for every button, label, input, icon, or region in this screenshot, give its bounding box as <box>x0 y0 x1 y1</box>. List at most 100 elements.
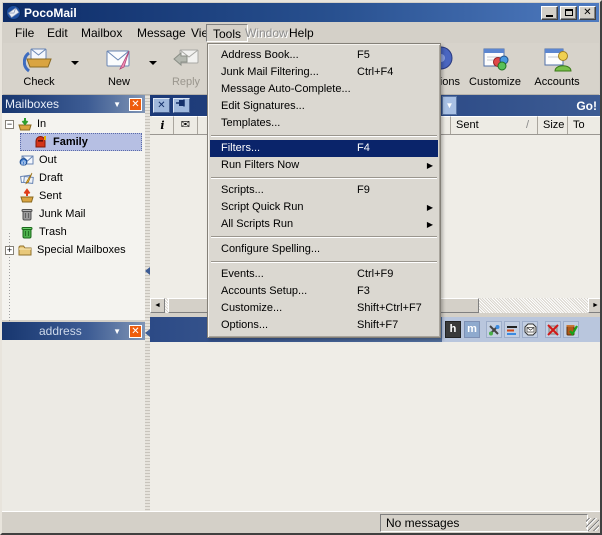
column-attachment[interactable]: ✉ <box>174 116 198 134</box>
title-bar[interactable]: PocoMail ✕ <box>3 3 599 22</box>
menu-help[interactable]: Help <box>283 24 320 42</box>
column-to[interactable]: To <box>568 116 602 134</box>
address-panel-body <box>2 340 145 511</box>
menu-item-options[interactable]: Options...Shift+F7 <box>210 317 438 334</box>
accounts-label: Accounts <box>529 76 585 88</box>
view-dropdown-button[interactable]: ▼ <box>442 96 457 115</box>
pin-pane-button[interactable] <box>173 98 190 113</box>
menu-item-label: Scripts... <box>221 184 264 196</box>
check-mail-button[interactable]: Check <box>11 45 67 93</box>
mime-view-button[interactable]: m <box>464 321 480 338</box>
menu-item-label: Events... <box>221 268 264 280</box>
minimize-button[interactable] <box>541 6 558 20</box>
preview-pane[interactable] <box>150 342 602 511</box>
menu-item-label: Junk Mail Filtering... <box>221 66 319 78</box>
mailboxes-dropdown-icon[interactable]: ▼ <box>113 100 121 109</box>
tree-item-in[interactable]: − In <box>2 115 145 133</box>
sort-indicator-icon: / <box>526 117 529 134</box>
message-source-button[interactable] <box>486 321 502 338</box>
address-panel-title: address <box>39 324 82 338</box>
scroll-right-button[interactable]: ► <box>588 298 602 313</box>
tree-item-out[interactable]: @ Out <box>2 151 145 169</box>
red-x-icon <box>547 324 559 336</box>
accounts-button[interactable]: Accounts <box>529 45 585 93</box>
menu-item-configure-spelling[interactable]: Configure Spelling... <box>210 241 438 258</box>
menu-item-shortcut: F4 <box>357 140 370 157</box>
reply-button[interactable]: Reply <box>163 45 209 93</box>
menu-item-all-scripts-run[interactable]: All Scripts Run▶ <box>210 216 438 233</box>
mailbox-icon <box>33 134 49 150</box>
menu-item-label: Accounts Setup... <box>221 285 307 297</box>
window-title: PocoMail <box>24 6 541 20</box>
menu-item-filters[interactable]: Filters... F4 <box>210 140 438 157</box>
headers-button[interactable] <box>504 321 520 338</box>
window-controls: ✕ <box>541 6 596 20</box>
menu-item-customize[interactable]: Customize...Shift+Ctrl+F7 <box>210 300 438 317</box>
accounts-icon <box>541 45 573 75</box>
menu-item-address-book[interactable]: Address Book... F5 <box>210 47 438 64</box>
menu-item-shortcut: F5 <box>357 47 370 64</box>
collapse-icon[interactable]: − <box>5 120 14 129</box>
tree-item-label: Special Mailboxes <box>37 244 126 256</box>
scroll-left-button[interactable]: ◄ <box>150 298 165 313</box>
new-message-button[interactable]: New <box>95 45 143 93</box>
menu-item-junk-mail-filtering[interactable]: Junk Mail Filtering...Ctrl+F4 <box>210 64 438 81</box>
check-mail-label: Check <box>11 76 67 88</box>
tree-item-trash[interactable]: Trash <box>2 223 145 241</box>
inbox-icon <box>17 116 33 132</box>
tree-item-label: Family <box>53 136 88 148</box>
resize-grip[interactable] <box>586 518 599 531</box>
tree-item-family[interactable]: Family <box>2 133 145 151</box>
menu-item-accounts-setup[interactable]: Accounts Setup...F3 <box>210 283 438 300</box>
menu-item-edit-signatures[interactable]: Edit Signatures... <box>210 98 438 115</box>
menu-item-scripts[interactable]: Scripts... F9 <box>210 182 438 199</box>
column-info[interactable]: i <box>152 116 174 134</box>
new-message-label: New <box>95 76 143 88</box>
address-close-button[interactable]: ✕ <box>129 325 142 338</box>
column-sent[interactable]: Sent/ <box>451 116 538 134</box>
menu-item-shortcut: F9 <box>357 182 370 199</box>
mailboxes-panel-title: Mailboxes <box>5 97 59 111</box>
html-view-button[interactable]: h <box>445 321 461 338</box>
menu-file[interactable]: File <box>9 24 40 42</box>
customize-button[interactable]: Customize <box>465 45 525 93</box>
menu-separator <box>211 261 437 263</box>
menu-item-message-auto-complete[interactable]: Message Auto-Complete... <box>210 81 438 98</box>
customize-icon <box>479 45 511 75</box>
tree-item-junk-mail[interactable]: Junk Mail <box>2 205 145 223</box>
minimize-icon <box>546 15 553 17</box>
column-size[interactable]: Size <box>538 116 568 134</box>
svg-text:@: @ <box>21 160 27 166</box>
new-dropdown-arrow[interactable] <box>149 61 157 65</box>
menu-item-label: Customize... <box>221 302 282 314</box>
mailboxes-close-button[interactable]: ✕ <box>129 98 142 111</box>
check-dropdown-arrow[interactable] <box>71 61 79 65</box>
menu-item-templates[interactable]: Templates... <box>210 115 438 132</box>
mailbox-tree: − In Family @ Out Draft <box>2 113 145 320</box>
delete-button[interactable] <box>545 321 561 338</box>
tree-item-sent[interactable]: Sent <box>2 187 145 205</box>
menu-message[interactable]: Message <box>131 24 192 42</box>
menu-item-script-quick-run[interactable]: Script Quick Run▶ <box>210 199 438 216</box>
menu-item-label: Address Book... <box>221 49 299 61</box>
bounce-button[interactable] <box>522 321 538 338</box>
colored-lines-icon <box>506 324 518 336</box>
junk-confirm-button[interactable] <box>563 321 579 338</box>
expand-icon[interactable]: + <box>5 246 14 255</box>
menu-item-events[interactable]: Events...Ctrl+F9 <box>210 266 438 283</box>
menu-item-run-filters-now[interactable]: Run Filters Now▶ <box>210 157 438 174</box>
maximize-button[interactable] <box>560 6 577 20</box>
tree-item-special-mailboxes[interactable]: + Special Mailboxes <box>2 241 145 259</box>
trash-check-icon <box>565 323 578 336</box>
menu-edit[interactable]: Edit <box>41 24 74 42</box>
menu-item-label: Filters... <box>221 142 260 154</box>
outbox-icon: @ <box>19 152 35 168</box>
go-button[interactable]: Go! <box>576 99 597 113</box>
tree-item-label: Out <box>39 154 57 166</box>
tree-item-draft[interactable]: Draft <box>2 169 145 187</box>
menu-mailbox[interactable]: Mailbox <box>75 24 128 42</box>
address-dropdown-icon[interactable]: ▼ <box>113 327 121 336</box>
close-button[interactable]: ✕ <box>579 6 596 20</box>
close-pane-button[interactable]: ✕ <box>153 98 170 113</box>
pocomail-window: PocoMail ✕ File Edit Mailbox Message Vie… <box>0 0 602 535</box>
